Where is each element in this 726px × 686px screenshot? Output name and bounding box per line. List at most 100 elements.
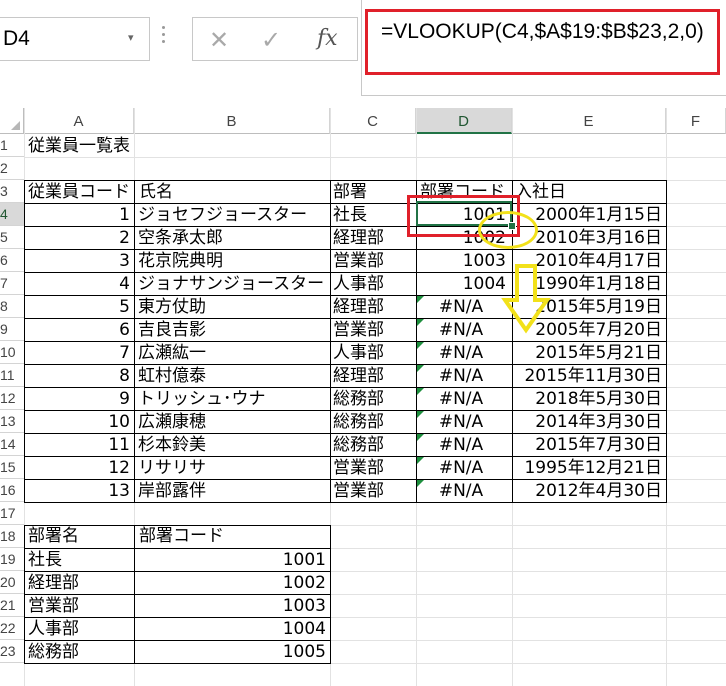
cell-A15[interactable]: 12 [24, 457, 130, 480]
row-header-3[interactable]: 3 [0, 180, 24, 203]
cell-A22[interactable]: 人事部 [28, 618, 79, 641]
cell-A13[interactable]: 10 [24, 411, 130, 434]
row-header-15[interactable]: 15 [0, 456, 24, 479]
row-header-13[interactable]: 13 [0, 410, 24, 433]
cell-A12[interactable]: 9 [24, 388, 130, 411]
cell-E12[interactable]: 2018年5月30日 [512, 388, 662, 411]
row-header-9[interactable]: 9 [0, 318, 24, 341]
row-header-16[interactable]: 16 [0, 479, 24, 502]
worksheet-grid[interactable]: ABCDEF 1 2 3 4 5 6 7 8 9 10 11 12 13 14 15 16 17 18 19 20 21… [0, 108, 726, 686]
row-header-21[interactable]: 21 [0, 594, 24, 617]
name-box[interactable]: D4 ▾ [0, 17, 150, 61]
row-header-14[interactable]: 14 [0, 433, 24, 456]
cell-B23[interactable]: 1005 [134, 641, 326, 664]
cell-E16[interactable]: 2012年4月30日 [512, 480, 662, 503]
cell-A19[interactable]: 社長 [28, 549, 62, 572]
cell-B7[interactable]: ジョナサンジョースター [138, 273, 324, 296]
cell-C15[interactable]: 営業部 [333, 457, 384, 480]
cell-D16[interactable]: #N/A [416, 480, 506, 503]
cell-B11[interactable]: 虹村億泰 [138, 365, 206, 388]
row-header-20[interactable]: 20 [0, 571, 24, 594]
cell-A20[interactable]: 経理部 [28, 572, 79, 595]
cell-A3[interactable]: 従業員コード [28, 181, 130, 204]
column-header-A[interactable]: A [24, 108, 134, 134]
cell-B18[interactable]: 部署コード [139, 525, 224, 548]
row-header-11[interactable]: 11 [0, 364, 24, 387]
cell-D9[interactable]: #N/A [416, 319, 506, 342]
cell-A11[interactable]: 8 [24, 365, 130, 388]
column-header-D[interactable]: D [416, 108, 512, 134]
cell-C7[interactable]: 人事部 [333, 273, 384, 296]
row-header-17[interactable]: 17 [0, 502, 24, 525]
cell-A7[interactable]: 4 [24, 273, 130, 296]
cell-A4[interactable]: 1 [24, 204, 130, 227]
row-header-12[interactable]: 12 [0, 387, 24, 410]
cell-B20[interactable]: 1002 [134, 572, 326, 595]
enter-icon[interactable]: ✓ [261, 26, 281, 54]
cell-D15[interactable]: #N/A [416, 457, 506, 480]
cell-B13[interactable]: 広瀬康穂 [138, 411, 206, 434]
cell-D13[interactable]: #N/A [416, 411, 506, 434]
cell-B16[interactable]: 岸部露伴 [138, 480, 206, 503]
cell-C4[interactable]: 社長 [333, 204, 367, 227]
cell-B9[interactable]: 吉良吉影 [138, 319, 206, 342]
error-indicator-icon[interactable] [417, 388, 424, 395]
cell-B10[interactable]: 広瀬紘一 [138, 342, 206, 365]
cell-B4[interactable]: ジョセフジョースター [138, 204, 307, 227]
cell-E14[interactable]: 2015年7月30日 [512, 434, 662, 457]
error-indicator-icon[interactable] [417, 434, 424, 441]
column-header-B[interactable]: B [134, 108, 330, 134]
cell-B19[interactable]: 1001 [134, 549, 326, 572]
cell-B14[interactable]: 杉本鈴美 [138, 434, 206, 457]
error-indicator-icon[interactable] [417, 319, 424, 326]
name-box-dropdown-icon[interactable]: ▾ [128, 31, 134, 44]
row-header-8[interactable]: 8 [0, 295, 24, 318]
cell-A5[interactable]: 2 [24, 227, 130, 250]
error-indicator-icon[interactable] [417, 480, 424, 487]
row-header-10[interactable]: 10 [0, 341, 24, 364]
cell-D12[interactable]: #N/A [416, 388, 506, 411]
column-header-E[interactable]: E [512, 108, 666, 134]
cell-D14[interactable]: #N/A [416, 434, 506, 457]
cell-C12[interactable]: 総務部 [333, 388, 384, 411]
cancel-icon[interactable]: ✕ [209, 26, 229, 54]
row-header-7[interactable]: 7 [0, 272, 24, 295]
cell-A8[interactable]: 5 [24, 296, 130, 319]
cell-A9[interactable]: 6 [24, 319, 130, 342]
cell-A14[interactable]: 11 [24, 434, 130, 457]
cell-B8[interactable]: 東方仗助 [138, 296, 206, 319]
cell-A10[interactable]: 7 [24, 342, 130, 365]
cell-C9[interactable]: 営業部 [333, 319, 384, 342]
cell-C8[interactable]: 経理部 [333, 296, 384, 319]
cell-D6[interactable]: 1003 [416, 250, 506, 273]
cell-C3[interactable]: 部署 [333, 181, 367, 204]
row-header-4[interactable]: 4 [0, 203, 24, 226]
cell-C11[interactable]: 経理部 [333, 365, 384, 388]
row-header-19[interactable]: 19 [0, 548, 24, 571]
cell-B5[interactable]: 空条承太郎 [138, 227, 223, 250]
cell-B22[interactable]: 1004 [134, 618, 326, 641]
formula-bar-grip-icon[interactable] [162, 26, 166, 48]
cell-B12[interactable]: トリッシュ･ウナ [138, 388, 266, 411]
row-header-1[interactable]: 1 [0, 134, 24, 157]
cell-A23[interactable]: 総務部 [28, 641, 79, 664]
row-header-23[interactable]: 23 [0, 640, 24, 663]
error-indicator-icon[interactable] [417, 342, 424, 349]
column-header-F[interactable]: F [666, 108, 726, 134]
cell-A21[interactable]: 営業部 [28, 595, 79, 618]
error-indicator-icon[interactable] [417, 411, 424, 418]
cell-E11[interactable]: 2015年11月30日 [512, 365, 662, 388]
row-header-5[interactable]: 5 [0, 226, 24, 249]
cell-E13[interactable]: 2014年3月30日 [512, 411, 662, 434]
cell-A18[interactable]: 部署名 [28, 525, 79, 548]
error-indicator-icon[interactable] [417, 296, 424, 303]
row-header-18[interactable]: 18 [0, 525, 24, 548]
cell-C5[interactable]: 経理部 [333, 227, 384, 250]
cell-C13[interactable]: 総務部 [333, 411, 384, 434]
row-header-6[interactable]: 6 [0, 249, 24, 272]
column-header-C[interactable]: C [330, 108, 416, 134]
cell-C10[interactable]: 人事部 [333, 342, 384, 365]
row-header-2[interactable]: 2 [0, 157, 24, 180]
error-indicator-icon[interactable] [417, 457, 424, 464]
cell-C14[interactable]: 総務部 [333, 434, 384, 457]
